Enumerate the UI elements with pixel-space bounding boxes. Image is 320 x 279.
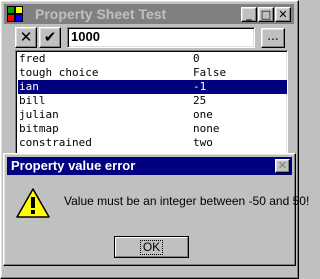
- minimize-button[interactable]: _: [241, 7, 257, 22]
- dialog-titlebar[interactable]: Property value error ✕: [7, 157, 292, 175]
- property-row[interactable]: ian -1: [18, 80, 287, 94]
- property-row[interactable]: bitmap none: [18, 122, 287, 136]
- ok-button-label: OK: [139, 240, 164, 255]
- value-input[interactable]: 1000: [67, 27, 255, 48]
- property-value: False: [193, 66, 227, 79]
- main-titlebar[interactable]: Property Sheet Test _ □ ✕: [4, 4, 294, 24]
- property-value: 0: [193, 52, 200, 65]
- error-message: Value must be an integer between -50 and…: [64, 194, 310, 208]
- window-title: Property Sheet Test: [35, 6, 167, 22]
- maximize-button[interactable]: □: [258, 7, 274, 22]
- property-name: bill: [19, 94, 46, 107]
- cancel-edit-button[interactable]: ✕: [15, 27, 37, 48]
- dialog-close-button[interactable]: ✕: [275, 159, 290, 173]
- browse-button[interactable]: ...: [261, 28, 285, 48]
- property-value: none: [193, 122, 220, 135]
- error-dialog: Property value error ✕ Value must be an …: [3, 153, 309, 266]
- property-row[interactable]: tough choice False: [18, 66, 287, 80]
- property-name: fred: [19, 52, 46, 65]
- accept-edit-button[interactable]: ✔: [39, 27, 61, 48]
- property-value: two: [193, 136, 213, 149]
- property-value: -1: [193, 80, 207, 93]
- property-value: 25: [193, 94, 207, 107]
- app-icon[interactable]: [7, 6, 24, 23]
- property-list[interactable]: fred 0 tough choice False ian -1 bill 25 julian o…: [15, 50, 288, 155]
- ok-button[interactable]: OK: [114, 236, 189, 258]
- property-name: ian: [19, 80, 39, 93]
- dialog-title: Property value error: [11, 158, 136, 173]
- property-row[interactable]: constrained two: [18, 136, 287, 150]
- property-name: constrained: [19, 136, 92, 149]
- property-name: tough choice: [19, 66, 99, 79]
- property-row[interactable]: fred 0: [18, 52, 287, 66]
- property-name: bitmap: [19, 122, 59, 135]
- close-button[interactable]: ✕: [275, 7, 291, 22]
- property-name: julian: [19, 108, 59, 121]
- property-value: one: [193, 108, 213, 121]
- property-row[interactable]: julian one: [18, 108, 287, 122]
- property-row[interactable]: bill 25: [18, 94, 287, 108]
- warning-icon: [16, 188, 50, 218]
